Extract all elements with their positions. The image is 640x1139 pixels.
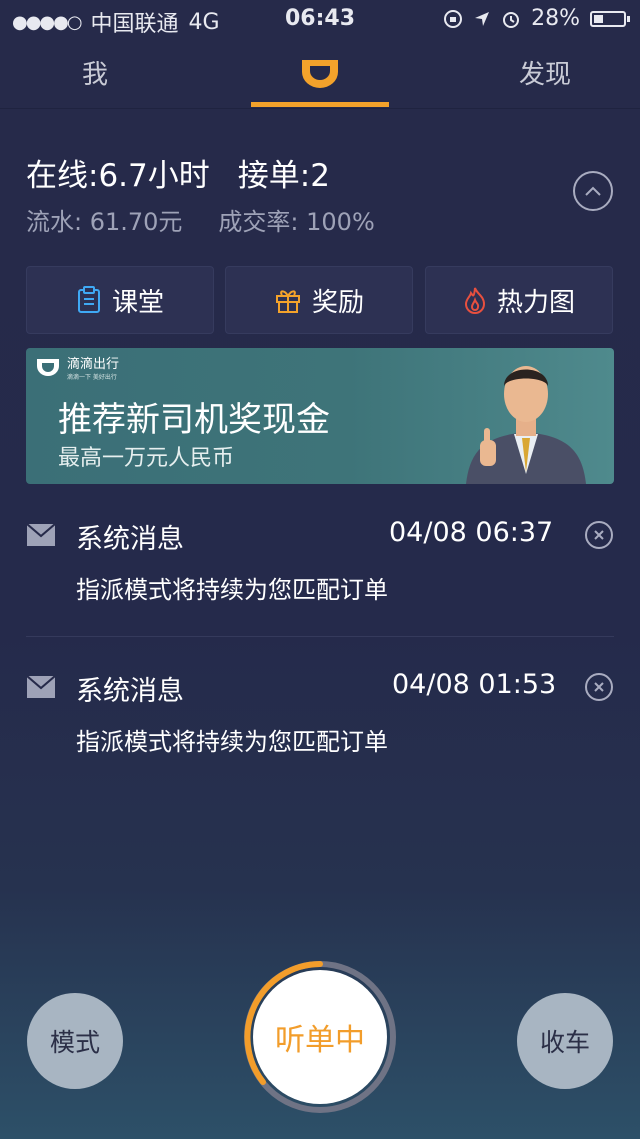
message-body: 指派模式将持续为您匹配订单 (76, 728, 388, 756)
message-divider (26, 636, 614, 637)
gift-icon (275, 290, 300, 313)
active-tab-indicator (251, 102, 389, 107)
mail-icon (27, 676, 55, 698)
mode-button[interactable]: 模式 (27, 993, 123, 1089)
didi-logo-icon (302, 60, 338, 88)
heatmap-button[interactable]: 热力图 (425, 266, 613, 334)
location-arrow-icon (475, 11, 490, 26)
close-icon (594, 530, 604, 540)
brand-slogan: 滴滴一下 美好出行 (67, 374, 117, 381)
alarm-icon (503, 11, 520, 28)
orders-count: 接单:2 (237, 158, 330, 194)
top-nav: 我 发现 (0, 38, 640, 109)
stop-work-button[interactable]: 收车 (517, 993, 613, 1089)
status-right: 28% (443, 6, 630, 31)
classroom-label: 课堂 (111, 287, 164, 318)
chevron-up-icon (585, 186, 601, 196)
stats-secondary: 流水: 61.70元 成交率: 100% (26, 202, 411, 237)
clipboard-icon (77, 286, 100, 313)
rotation-lock-icon (444, 9, 463, 28)
tab-home[interactable] (251, 38, 389, 106)
message-close-button[interactable] (585, 521, 613, 549)
reward-label: 奖励 (311, 287, 364, 318)
didi-logo-icon (37, 359, 59, 376)
battery-percent: 28% (531, 6, 580, 31)
heatmap-label: 热力图 (496, 287, 575, 318)
banner-headline: 推荐新司机奖现金 (58, 400, 330, 440)
stats-primary: 在线:6.7小时 接单:2 (26, 150, 358, 195)
message-title: 系统消息 (76, 676, 184, 707)
promo-banner[interactable]: 滴滴出行 滴滴一下 美好出行 推荐新司机奖现金 最高一万元人民币 (26, 348, 614, 484)
message-time: 04/08 06:37 (389, 517, 554, 548)
classroom-button[interactable]: 课堂 (26, 266, 214, 334)
mail-icon (27, 524, 55, 546)
collapse-button[interactable] (573, 171, 613, 211)
brand-name: 滴滴出行 (67, 357, 120, 372)
close-icon (594, 682, 604, 692)
status-bar: ●●●●○ 中国联通 4G 06:43 28% (0, 0, 640, 38)
message-close-button[interactable] (585, 673, 613, 701)
reward-button[interactable]: 奖励 (225, 266, 413, 334)
tab-me[interactable]: 我 (40, 38, 150, 106)
message-time: 04/08 01:53 (392, 669, 557, 700)
listening-button[interactable]: 听单中 (253, 970, 387, 1104)
tab-discover[interactable]: 发现 (490, 38, 600, 106)
message-body: 指派模式将持续为您匹配订单 (76, 576, 388, 604)
revenue-text: 流水: 61.70元 (26, 208, 183, 236)
online-hours: 在线:6.7小时 (26, 158, 210, 194)
brand-text: 滴滴出行 滴滴一下 美好出行 (67, 353, 119, 381)
flame-icon (464, 287, 485, 314)
spokesperson-illustration (466, 366, 586, 484)
battery-icon (590, 10, 630, 27)
message-title: 系统消息 (76, 524, 184, 555)
banner-brand: 滴滴出行 滴滴一下 美好出行 (34, 353, 119, 381)
completion-rate: 成交率: 100% (218, 208, 375, 236)
banner-subline: 最高一万元人民币 (58, 446, 235, 471)
